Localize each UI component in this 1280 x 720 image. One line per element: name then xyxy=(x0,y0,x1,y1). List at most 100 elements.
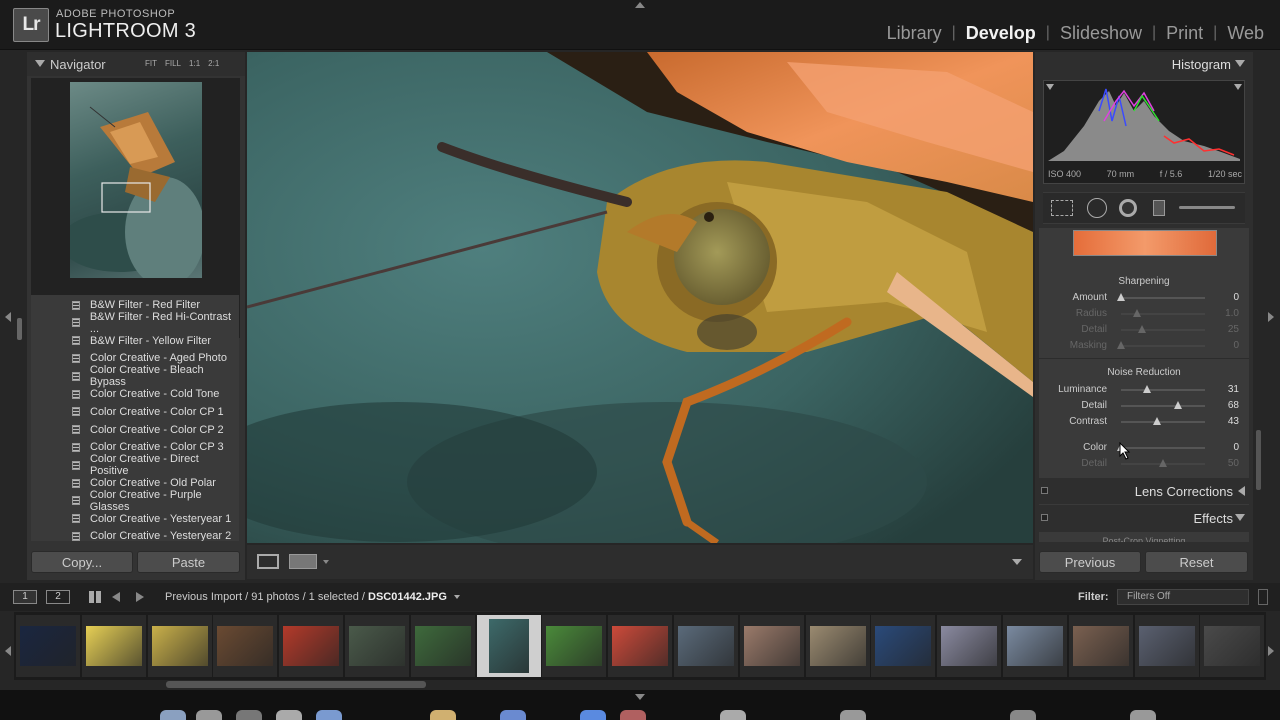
filmstrip-thumbnail[interactable] xyxy=(871,615,936,677)
filmstrip-scrollbar[interactable] xyxy=(166,681,426,688)
slider-track[interactable] xyxy=(1121,405,1205,407)
effects-header[interactable]: Effects xyxy=(1035,505,1253,531)
module-library[interactable]: Library xyxy=(877,23,952,44)
adjustment-brush-icon[interactable] xyxy=(1179,206,1235,209)
dock-app-icon[interactable] xyxy=(236,710,262,720)
dock-app-icon[interactable] xyxy=(276,710,302,720)
filmstrip-right-arrow-icon[interactable] xyxy=(1268,646,1274,656)
slider-row[interactable]: Detail 68 xyxy=(1039,398,1249,414)
slider-value[interactable]: 1.0 xyxy=(1209,308,1239,319)
filmstrip-thumbnail[interactable] xyxy=(16,615,80,677)
collapse-right-arrow-icon[interactable] xyxy=(1268,312,1274,322)
filmstrip-thumbnail[interactable] xyxy=(279,615,344,677)
zoom-fill[interactable]: FILL xyxy=(165,59,181,68)
slider-row[interactable]: Color 0 xyxy=(1039,440,1249,456)
slider-track[interactable] xyxy=(1121,447,1205,449)
slider-track[interactable] xyxy=(1121,329,1205,331)
slider-track[interactable] xyxy=(1121,297,1205,299)
disclosure-left-icon[interactable] xyxy=(1238,486,1245,496)
before-after-view-icon[interactable] xyxy=(289,554,317,569)
filmstrip-thumbnail[interactable] xyxy=(81,615,146,677)
zoom-2-1[interactable]: 2:1 xyxy=(208,59,219,68)
source-dropdown-icon[interactable] xyxy=(453,595,460,600)
secondary-window-button[interactable]: 2 xyxy=(46,590,70,604)
left-scroll-handle[interactable] xyxy=(17,318,22,340)
disclosure-triangle-icon[interactable] xyxy=(1235,514,1245,521)
module-develop[interactable]: Develop xyxy=(956,23,1046,44)
view-dropdown-icon[interactable] xyxy=(323,560,329,564)
preset-item[interactable]: Color Creative - Direct Positive xyxy=(31,453,239,477)
slider-value[interactable]: 25 xyxy=(1209,324,1239,335)
slider-thumb[interactable] xyxy=(1159,459,1167,467)
filmstrip-thumbnail[interactable] xyxy=(542,615,607,677)
preset-item[interactable]: Color Creative - Yesteryear 2 xyxy=(31,527,239,541)
dock-app-icon[interactable] xyxy=(720,710,746,720)
slider-value[interactable]: 68 xyxy=(1209,400,1239,411)
dock-app-icon[interactable] xyxy=(620,710,646,720)
filmstrip-thumbnail[interactable] xyxy=(805,615,870,677)
slider-track[interactable] xyxy=(1121,389,1205,391)
toolbar-options-icon[interactable] xyxy=(1012,559,1022,565)
detail-preview-swatch[interactable] xyxy=(1073,230,1217,256)
filmstrip-thumbnail[interactable] xyxy=(1134,615,1199,677)
filmstrip-thumbnail[interactable] xyxy=(410,615,475,677)
preset-item[interactable]: Color Creative - Yesteryear 1 xyxy=(31,510,239,528)
primary-window-button[interactable]: 1 xyxy=(13,590,37,604)
preset-item[interactable]: Color Creative - Bleach Bypass xyxy=(31,364,239,388)
slider-thumb[interactable] xyxy=(1132,309,1141,317)
slider-row[interactable]: Masking 0 xyxy=(1039,338,1249,354)
slider-row[interactable]: Radius 1.0 xyxy=(1039,306,1249,322)
slider-thumb[interactable] xyxy=(1138,325,1146,333)
slider-row[interactable]: Detail 25 xyxy=(1039,322,1249,338)
dock-app-icon[interactable] xyxy=(160,710,186,720)
preset-item[interactable]: Color Creative - Cold Tone xyxy=(31,385,239,403)
right-panel-scrollbar[interactable] xyxy=(1256,430,1261,490)
slider-row[interactable]: Contrast 43 xyxy=(1039,414,1249,430)
dock-app-icon[interactable] xyxy=(500,710,526,720)
slider-thumb[interactable] xyxy=(1174,401,1183,409)
filmstrip-thumbnail[interactable] xyxy=(1068,615,1133,677)
filter-select[interactable]: Filters Off xyxy=(1117,589,1249,605)
slider-row[interactable]: Luminance 31 xyxy=(1039,382,1249,398)
grid-view-icon[interactable] xyxy=(89,591,101,603)
slider-thumb[interactable] xyxy=(1153,417,1162,425)
slider-row[interactable]: Amount 0 xyxy=(1039,290,1249,306)
panel-switch-icon[interactable] xyxy=(1041,514,1048,521)
navigator-thumbnail[interactable] xyxy=(70,82,202,278)
dock-app-icon[interactable] xyxy=(1130,710,1156,720)
loupe-view-icon[interactable] xyxy=(257,554,279,569)
spot-removal-icon[interactable] xyxy=(1087,198,1107,218)
preset-item[interactable]: Color Creative - Purple Glasses xyxy=(31,489,239,513)
disclosure-triangle-icon[interactable] xyxy=(1235,60,1245,67)
slider-value[interactable]: 31 xyxy=(1209,384,1239,395)
reset-button[interactable]: Reset xyxy=(1145,551,1248,573)
red-eye-icon[interactable] xyxy=(1119,199,1137,217)
forward-arrow-icon[interactable] xyxy=(136,592,144,602)
filmstrip-thumbnail[interactable] xyxy=(674,615,738,677)
zoom-fit[interactable]: FIT xyxy=(145,59,157,68)
disclosure-triangle-icon[interactable] xyxy=(35,60,45,67)
slider-value[interactable]: 0 xyxy=(1209,340,1239,351)
filmstrip-thumbnail[interactable] xyxy=(213,615,278,677)
zoom-1-1[interactable]: 1:1 xyxy=(189,59,200,68)
dock-app-icon[interactable] xyxy=(430,710,456,720)
preset-item[interactable]: Color Creative - Color CP 2 xyxy=(31,421,239,439)
histogram-graph[interactable]: ISO 400 70 mm f / 5.6 1/20 sec xyxy=(1043,80,1245,184)
module-slideshow[interactable]: Slideshow xyxy=(1050,23,1152,44)
filter-lock-icon[interactable] xyxy=(1258,589,1268,605)
preset-item[interactable]: B&W Filter - Yellow Filter xyxy=(31,332,239,350)
preset-item[interactable]: Color Creative - Color CP 1 xyxy=(31,403,239,421)
preset-item[interactable]: B&W Filter - Red Hi-Contrast ... xyxy=(31,311,239,335)
back-arrow-icon[interactable] xyxy=(112,592,120,602)
panel-switch-icon[interactable] xyxy=(1041,487,1048,494)
lens-corrections-header[interactable]: Lens Corrections xyxy=(1035,478,1253,504)
collapse-top-arrow-icon[interactable] xyxy=(635,2,645,8)
filmstrip-thumbnail[interactable] xyxy=(608,615,673,677)
dock-app-icon[interactable] xyxy=(316,710,342,720)
paste-button[interactable]: Paste xyxy=(137,551,240,573)
slider-value[interactable]: 50 xyxy=(1209,458,1239,469)
slider-track[interactable] xyxy=(1121,421,1205,423)
copy-button[interactable]: Copy... xyxy=(31,551,133,573)
dock-app-icon[interactable] xyxy=(1010,710,1036,720)
filmstrip-thumbnail[interactable] xyxy=(937,615,1002,677)
